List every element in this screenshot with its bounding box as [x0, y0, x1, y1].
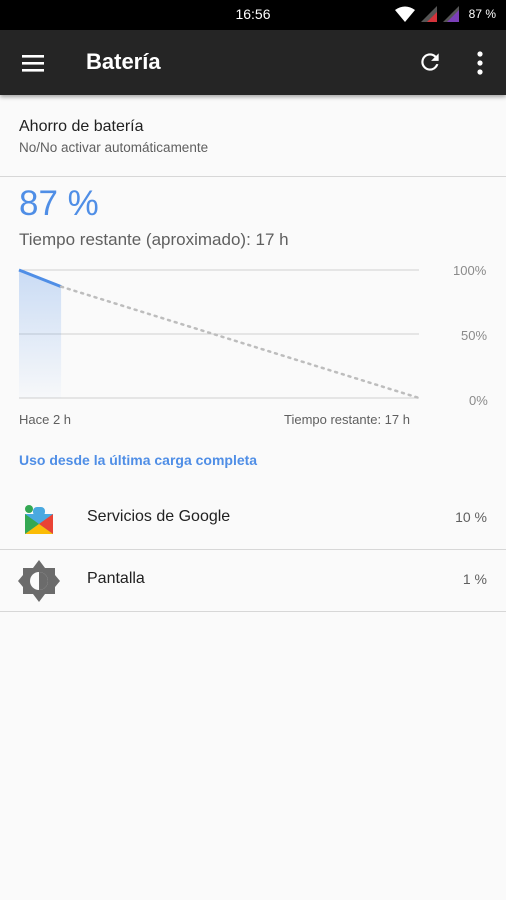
battery-saver-subtitle: No/No activar automáticamente: [19, 140, 209, 155]
battery-history-area: [19, 270, 62, 398]
status-battery-text: 87 %: [468, 7, 496, 21]
projected-line: [59, 285, 421, 400]
list-item-label: Servicios de Google: [87, 508, 231, 525]
hamburger-menu-icon[interactable]: [22, 51, 46, 75]
status-icons: 87 %: [394, 6, 496, 22]
more-vert-icon[interactable]: [470, 50, 490, 76]
battery-saver-title: Ahorro de batería: [19, 118, 144, 135]
x-tick-label: Tiempo restante: 17 h: [284, 412, 410, 427]
divider: [0, 176, 506, 177]
battery-level: 87 %: [19, 184, 99, 223]
y-tick-label: 50%: [461, 328, 488, 343]
divider: [0, 611, 506, 612]
y-tick-label: 0%: [469, 393, 488, 408]
list-item-google-services[interactable]: Servicios de Google 10 %: [0, 488, 506, 549]
battery-chart-svg: [18, 268, 421, 400]
cell-signal-icon: [420, 6, 437, 22]
list-item-display[interactable]: Pantalla 1 %: [0, 550, 506, 611]
page-title: Batería: [86, 49, 161, 74]
google-play-services-icon: [25, 505, 53, 534]
usage-since-full-charge-link[interactable]: Uso desde la última carga completa: [19, 452, 257, 468]
refresh-icon[interactable]: [417, 49, 443, 75]
x-tick-label: Hace 2 h: [19, 412, 72, 427]
battery-saver-item[interactable]: Ahorro de batería No/No activar automáti…: [0, 96, 506, 176]
display-brightness-icon: [18, 560, 60, 602]
status-bar: 16:56 87 %: [0, 0, 506, 30]
time-remaining: Tiempo restante (aproximado): 17 h: [19, 230, 289, 249]
list-item-label: Pantalla: [87, 570, 145, 587]
y-tick-label: 100%: [453, 263, 487, 278]
list-item-value: 1 %: [462, 571, 487, 587]
battery-chart: 100% 50% 0% Hace 2 h Tiempo restante: 17…: [0, 255, 506, 435]
list-item-value: 10 %: [455, 509, 487, 525]
app-toolbar: Batería: [0, 30, 506, 95]
cell-signal-2-icon: [442, 6, 459, 22]
wifi-icon: [394, 6, 415, 22]
